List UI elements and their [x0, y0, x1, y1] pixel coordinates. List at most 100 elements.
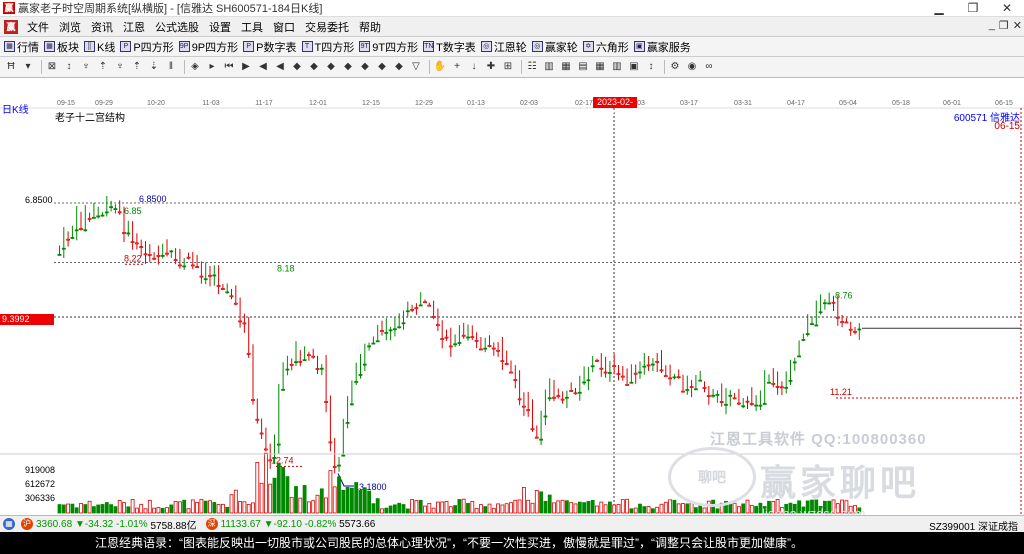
volume-bar — [242, 501, 247, 514]
kline-chart-area[interactable]: 09-15 09-29 10-20 11-03 11-17 12-01 12-15 12-29… — [0, 78, 1024, 515]
drawing-tool-icon[interactable]: ▤ — [576, 60, 590, 74]
minimize-button[interactable]: ▁ — [922, 0, 956, 16]
volume-bar — [152, 507, 157, 514]
drawing-tool-icon[interactable]: ◆ — [341, 60, 355, 74]
menu-trade[interactable]: 交易委托 — [300, 19, 354, 35]
toolbar-button-2[interactable]: ║ K线 — [84, 39, 115, 55]
volume-bar — [66, 503, 70, 514]
mdi-restore-button[interactable]: ❐ — [999, 19, 1009, 32]
drawing-tool-icon[interactable]: ◆ — [290, 60, 304, 74]
toolbar-button-12[interactable]: ▣ 赢家服务 — [633, 39, 691, 55]
drawing-tool-icon[interactable]: ▶ — [239, 60, 253, 74]
drawing-tool-icon[interactable]: Ħ — [4, 60, 18, 74]
drawing-tool-icon[interactable]: ◀ — [273, 60, 287, 74]
menu-formula[interactable]: 公式选股 — [150, 19, 204, 35]
drawing-tool-icon[interactable]: ◆ — [307, 60, 321, 74]
drawing-tool-icon[interactable]: ▸ — [205, 60, 219, 74]
volume-bar — [741, 503, 746, 514]
status-right-index[interactable]: SZ399001 深证成指 — [929, 518, 1018, 533]
toolbar-button-6[interactable]: T T四方形 — [301, 39, 354, 55]
toolbar-button-0[interactable]: ▦ 行情 — [4, 39, 39, 55]
toolbar-button-11[interactable]: ✡ 六角形 — [582, 39, 629, 55]
toolbar-button-4[interactable]: 9P 9P四方形 — [178, 39, 238, 55]
menu-file[interactable]: 文件 — [22, 19, 54, 35]
maximize-button[interactable]: ❐ — [956, 0, 990, 16]
volume-bar — [423, 505, 427, 514]
drawing-tool-icon[interactable]: ◆ — [358, 60, 372, 74]
document-icon[interactable]: 赢 — [4, 19, 18, 34]
shenzhen-index-quote[interactable]: 11133.67 ▼-92.10 -0.82% 5573.66 — [221, 519, 376, 530]
candle-body — [483, 347, 488, 350]
drawing-tool-icon[interactable]: ⇡ — [96, 60, 110, 74]
drawing-tool-icon[interactable]: ‖ — [164, 60, 178, 74]
candle-body — [646, 364, 651, 367]
menu-gann[interactable]: 江恩 — [118, 19, 150, 35]
drawing-tool-icon[interactable]: ▽ — [409, 60, 423, 74]
drawing-tool-icon[interactable]: ◆ — [375, 60, 389, 74]
toolbar-button-9[interactable]: ◎ 江恩轮 — [480, 39, 527, 55]
drawing-tool-icon[interactable]: ◉ — [685, 60, 699, 74]
volume-bar — [285, 476, 290, 514]
drawing-tool-icon[interactable]: ◀ — [256, 60, 270, 74]
volume-bar — [616, 504, 621, 514]
candle-body — [676, 376, 681, 379]
toolbar-button-7[interactable]: 9T 9T四方形 — [359, 39, 418, 55]
drawing-tool-icon[interactable]: ♆ — [113, 60, 127, 74]
drawing-tool-icon[interactable]: ↕ — [62, 60, 76, 74]
drawing-tool-icon[interactable]: ⇡ — [130, 60, 144, 74]
volume-bar — [478, 504, 483, 514]
candle-body — [220, 288, 225, 290]
drawing-tool-icon[interactable]: ▥ — [610, 60, 624, 74]
drawing-tool-icon[interactable]: ⏮ — [222, 60, 236, 74]
menu-browse[interactable]: 浏览 — [54, 19, 86, 35]
candle-body — [775, 386, 780, 388]
toolbar-button-3[interactable]: P P四方形 — [120, 39, 174, 55]
drawing-tool-icon[interactable]: ◈ — [188, 60, 202, 74]
toolbar-icon: ◎ — [480, 41, 492, 52]
candle-body — [827, 302, 832, 305]
drawing-tool-icon[interactable]: ⊠ — [45, 60, 59, 74]
drawing-tool-icon[interactable]: ◆ — [392, 60, 406, 74]
toolbar-button-10[interactable]: ◎ 赢家轮 — [531, 39, 578, 55]
toolbar-button-8[interactable]: TN T数字表 — [423, 39, 476, 55]
drawing-tool-icon[interactable]: ▾ — [21, 60, 35, 74]
drawing-tool-icon[interactable]: ∞ — [702, 60, 716, 74]
close-button[interactable]: ✕ — [990, 0, 1024, 16]
candle-body — [418, 304, 423, 307]
grid-icon[interactable]: ▦ — [3, 518, 15, 530]
kline-chart[interactable]: 09-15 09-29 10-20 11-03 11-17 12-01 12-15 12-29… — [0, 78, 1024, 515]
mdi-minimize-button[interactable]: _ — [989, 19, 995, 32]
menu-window[interactable]: 窗口 — [268, 19, 300, 35]
drawing-tool-icon[interactable]: ✚ — [484, 60, 498, 74]
drawing-tool-icon[interactable]: ⇣ — [147, 60, 161, 74]
drawing-tool-icon[interactable]: + — [450, 60, 464, 74]
drawing-tool-icon[interactable]: ⊞ — [501, 60, 515, 74]
candle-body — [79, 228, 83, 230]
shanghai-index-quote[interactable]: 3360.68 ▼-34.32 -1.01% 5758.88亿 — [36, 517, 197, 532]
toolbar-button-1[interactable]: ▦ 板块 — [44, 39, 79, 55]
menu-settings[interactable]: 设置 — [204, 19, 236, 35]
menu-help[interactable]: 帮助 — [354, 19, 386, 35]
drawing-tool-icon[interactable]: ♆ — [79, 60, 93, 74]
mdi-close-button[interactable]: ✕ — [1013, 19, 1022, 32]
drawing-tool-icon[interactable]: ◆ — [324, 60, 338, 74]
drawing-tool-icon[interactable]: ⚙ — [668, 60, 682, 74]
candle-body — [823, 302, 827, 305]
drawing-tool-icon[interactable]: ↓ — [467, 60, 481, 74]
volume-bar — [702, 507, 707, 514]
drawing-tool-icon[interactable]: ↕ — [644, 60, 658, 74]
candle-body — [522, 405, 526, 408]
drawing-tool-icon[interactable]: ▣ — [627, 60, 641, 74]
candle-body — [668, 377, 672, 380]
toolbar-button-5[interactable]: P P数字表 — [243, 39, 297, 55]
volume-bar — [358, 490, 363, 514]
drawing-tool-icon[interactable]: ☷ — [525, 60, 539, 74]
candle-body — [466, 336, 470, 339]
menu-tools[interactable]: 工具 — [236, 19, 268, 35]
menu-info[interactable]: 资讯 — [86, 19, 118, 35]
volume-bar — [487, 503, 492, 514]
drawing-tool-icon[interactable]: ▥ — [542, 60, 556, 74]
drawing-tool-icon[interactable]: ✋ — [433, 60, 447, 74]
drawing-tool-icon[interactable]: ▦ — [593, 60, 607, 74]
drawing-tool-icon[interactable]: ▦ — [559, 60, 573, 74]
